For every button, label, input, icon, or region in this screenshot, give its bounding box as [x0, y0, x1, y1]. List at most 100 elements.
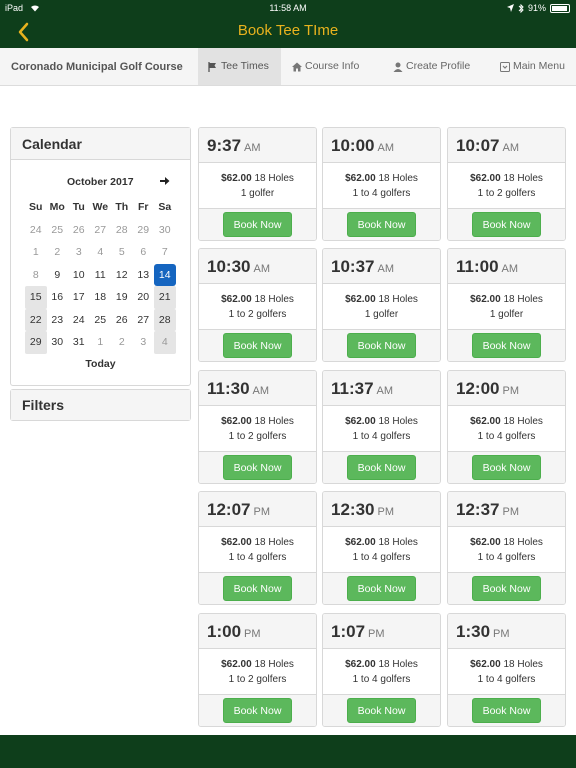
nav-main-menu[interactable]: Main Menu — [490, 48, 575, 85]
calendar-day[interactable]: 24 — [68, 309, 90, 332]
calendar-day[interactable]: 2 — [47, 241, 69, 264]
tee-time-details: $62.00 18 Holes 1 to 4 golfers — [199, 527, 316, 573]
calendar-day[interactable]: 30 — [47, 331, 69, 354]
calendar-day[interactable]: 25 — [47, 219, 69, 242]
book-now-button[interactable]: Book Now — [223, 698, 292, 723]
calendar-weekday: Th — [115, 201, 129, 213]
calendar-day[interactable]: 24 — [25, 219, 47, 242]
calendar-day[interactable]: 14 — [154, 263, 176, 286]
next-month-arrow-icon[interactable] — [159, 175, 171, 187]
holes: 18 Holes — [503, 416, 543, 427]
book-now-button[interactable]: Book Now — [347, 333, 416, 358]
calendar-day[interactable]: 9 — [47, 264, 69, 287]
price-line: $62.00 18 Holes — [448, 292, 565, 307]
calendar-day[interactable]: 5 — [111, 241, 133, 264]
calendar-day[interactable]: 29 — [25, 331, 47, 354]
holes: 18 Holes — [254, 294, 294, 305]
calendar-weekday-row: Su Mo Tu We Th Fr Sa — [25, 196, 176, 219]
calendar-day[interactable]: 3 — [133, 331, 155, 354]
book-now-button[interactable]: Book Now — [223, 333, 292, 358]
price: $62.00 — [470, 537, 501, 548]
calendar-day[interactable]: 28 — [154, 308, 176, 331]
calendar-day[interactable]: 10 — [68, 264, 90, 287]
book-now-button[interactable]: Book Now — [347, 455, 416, 480]
calendar-day[interactable]: 13 — [133, 264, 155, 287]
tee-time-footer: Book Now — [448, 695, 565, 726]
price-line: $62.00 18 Holes — [323, 535, 440, 550]
calendar-day[interactable]: 27 — [90, 219, 112, 242]
holes: 18 Holes — [254, 659, 294, 670]
tee-time-details: $62.00 18 Holes 1 to 4 golfers — [448, 406, 565, 452]
calendar-day[interactable]: 4 — [90, 241, 112, 264]
nav-create-profile[interactable]: Create Profile — [383, 48, 480, 85]
book-now-button[interactable]: Book Now — [472, 576, 541, 601]
calendar-day[interactable]: 11 — [90, 264, 112, 287]
golfers: 1 to 2 golfers — [228, 674, 287, 685]
book-now-button[interactable]: Book Now — [223, 212, 292, 237]
calendar-day[interactable]: 8 — [25, 264, 47, 287]
calendar-day[interactable]: 27 — [133, 309, 155, 332]
holes: 18 Holes — [254, 416, 294, 427]
calendar-day[interactable]: 21 — [154, 286, 176, 309]
calendar-day[interactable]: 31 — [68, 331, 90, 354]
calendar-day[interactable]: 6 — [133, 241, 155, 264]
calendar-week-row: 1234567 — [25, 241, 176, 264]
tee-time-ampm: AM — [377, 142, 394, 154]
tee-time-header: 11:00 AM — [448, 249, 565, 284]
calendar-day[interactable]: 18 — [90, 286, 112, 309]
course-name[interactable]: Coronado Municipal Golf Course — [11, 61, 183, 73]
tee-time-header: 10:00 AM — [323, 128, 440, 163]
calendar-grid: Su Mo Tu We Th Fr Sa 24 25 26 27 28 29 30 1 2 3 4 5 6 7 8 9 10 1… — [25, 196, 176, 354]
calendar-day[interactable]: 16 — [47, 286, 69, 309]
book-now-button[interactable]: Book Now — [472, 333, 541, 358]
battery-icon — [550, 3, 570, 13]
calendar-day[interactable]: 23 — [47, 309, 69, 332]
calendar-day[interactable]: 4 — [154, 331, 176, 354]
tee-time-card: 11:37 AM $62.00 18 Holes 1 to 4 golfers Book… — [322, 370, 441, 484]
tee-time-ampm: PM — [493, 628, 510, 640]
filters-heading[interactable]: Filters — [11, 390, 190, 420]
calendar-day[interactable]: 15 — [25, 286, 47, 309]
calendar-day[interactable]: 3 — [68, 241, 90, 264]
calendar-day[interactable]: 26 — [68, 219, 90, 242]
calendar-day[interactable]: 19 — [111, 286, 133, 309]
calendar-day[interactable]: 25 — [90, 309, 112, 332]
golfers: 1 to 2 golfers — [228, 431, 287, 442]
calendar-day[interactable]: 30 — [154, 219, 176, 242]
price: $62.00 — [221, 416, 252, 427]
calendar-week-row: 24 25 26 27 28 29 30 — [25, 219, 176, 242]
flag-icon — [208, 61, 216, 72]
nav-tee-times[interactable]: Tee Times — [198, 48, 281, 85]
calendar-day[interactable]: 7 — [154, 241, 176, 264]
book-now-button[interactable]: Book Now — [347, 212, 416, 237]
calendar-day[interactable]: 22 — [25, 308, 47, 331]
book-now-button[interactable]: Book Now — [347, 698, 416, 723]
book-now-button[interactable]: Book Now — [223, 576, 292, 601]
tee-time-details: $62.00 18 Holes 1 to 2 golfers — [199, 649, 316, 695]
price: $62.00 — [470, 173, 501, 184]
calendar-day[interactable]: 29 — [133, 219, 155, 242]
book-now-button[interactable]: Book Now — [472, 455, 541, 480]
price: $62.00 — [345, 659, 376, 670]
golfers: 1 to 4 golfers — [352, 674, 411, 685]
tee-time-details: $62.00 18 Holes 1 to 4 golfers — [323, 406, 440, 452]
today-button[interactable]: Today — [11, 358, 190, 370]
calendar-day[interactable]: 1 — [25, 241, 47, 264]
calendar-day[interactable]: 2 — [111, 331, 133, 354]
calendar-day[interactable]: 28 — [111, 219, 133, 242]
book-now-button[interactable]: Book Now — [472, 212, 541, 237]
filters-panel[interactable]: Filters — [10, 389, 191, 421]
calendar-day[interactable]: 1 — [90, 331, 112, 354]
tee-time-card: 11:30 AM $62.00 18 Holes 1 to 2 golfers Book… — [198, 370, 317, 484]
calendar-heading: Calendar — [11, 128, 190, 160]
tee-time: 12:37 — [456, 500, 500, 519]
calendar-day[interactable]: 26 — [111, 309, 133, 332]
calendar-day[interactable]: 20 — [133, 286, 155, 309]
book-now-button[interactable]: Book Now — [347, 576, 416, 601]
calendar-day[interactable]: 17 — [68, 286, 90, 309]
book-now-button[interactable]: Book Now — [223, 455, 292, 480]
nav-course-info[interactable]: Course Info — [282, 48, 369, 85]
book-now-button[interactable]: Book Now — [472, 698, 541, 723]
tee-time-footer: Book Now — [448, 330, 565, 361]
calendar-day[interactable]: 12 — [111, 264, 133, 287]
